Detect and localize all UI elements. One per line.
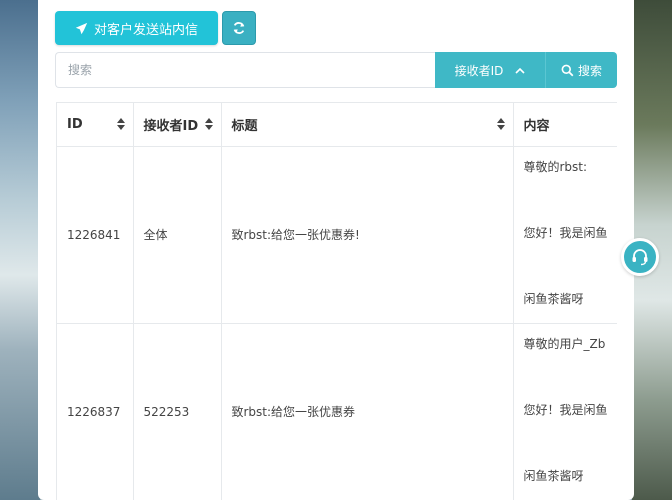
cell-recipient: 全体 — [133, 146, 222, 324]
content-line: 闲鱼茶酱呀 — [523, 291, 584, 306]
search-field-label: 接收者ID — [454, 63, 504, 78]
column-header-recipient[interactable]: 接收者ID — [133, 103, 222, 147]
search-field-dropdown[interactable]: 接收者ID — [435, 52, 545, 88]
content-line: 尊敬的用户_Zb — [523, 336, 606, 351]
search-bar: 接收者ID 搜索 — [55, 52, 617, 88]
headset-icon — [632, 249, 648, 266]
content-line: 您好！我是闲鱼 — [523, 402, 608, 417]
cell-title: 致rbst:给您一张优惠券 — [221, 323, 514, 500]
search-input[interactable] — [55, 52, 435, 88]
background-left — [0, 0, 40, 500]
search-button-label: 搜索 — [577, 63, 602, 78]
table-row[interactable]: 1226841 全体 致rbst:给您一张优惠券! 尊敬的rbst: 您好！我是… — [57, 146, 617, 324]
content-line: 闲鱼茶酱呀 — [523, 468, 584, 483]
customer-service-button[interactable] — [621, 238, 659, 276]
cell-content: 尊敬的rbst: 您好！我是闲鱼 闲鱼茶酱呀 — [513, 146, 617, 324]
send-message-button[interactable]: 对客户发送站内信 — [55, 11, 219, 45]
cell-content: 尊敬的用户_Zb 您好！我是闲鱼 闲鱼茶酱呀 — [513, 323, 617, 500]
cell-recipient: 522253 — [133, 323, 222, 500]
table-header-row: ID 接收者ID 标题 内容 — [57, 103, 617, 147]
chevron-up-icon — [515, 67, 525, 74]
content-line: 尊敬的rbst: — [523, 159, 588, 174]
messages-table: ID 接收者ID 标题 内容 1226841 全体 致rbst:给您一张优惠券!… — [56, 102, 617, 500]
cell-id: 1226837 — [57, 323, 134, 500]
table-row[interactable]: 1226837 522253 致rbst:给您一张优惠券 尊敬的用户_Zb 您好… — [57, 323, 617, 500]
content-line: 您好！我是闲鱼 — [523, 225, 608, 240]
refresh-button[interactable] — [222, 11, 257, 45]
send-message-label: 对客户发送站内信 — [94, 21, 199, 37]
column-header-id[interactable]: ID — [57, 103, 134, 147]
toolbar: 对客户发送站内信 — [55, 11, 257, 45]
column-header-content[interactable]: 内容 — [513, 103, 617, 147]
cell-id: 1226841 — [57, 146, 134, 324]
sort-icon — [204, 118, 213, 131]
search-button[interactable]: 搜索 — [545, 52, 617, 88]
main-panel: 对客户发送站内信 接收者ID 搜索 — [38, 0, 634, 500]
search-icon — [561, 64, 574, 76]
paper-plane-icon — [75, 22, 88, 34]
column-header-title[interactable]: 标题 — [221, 103, 514, 147]
sort-icon — [496, 118, 505, 131]
sort-icon — [116, 118, 125, 131]
cell-title: 致rbst:给您一张优惠券! — [221, 146, 514, 324]
refresh-icon — [233, 22, 245, 34]
